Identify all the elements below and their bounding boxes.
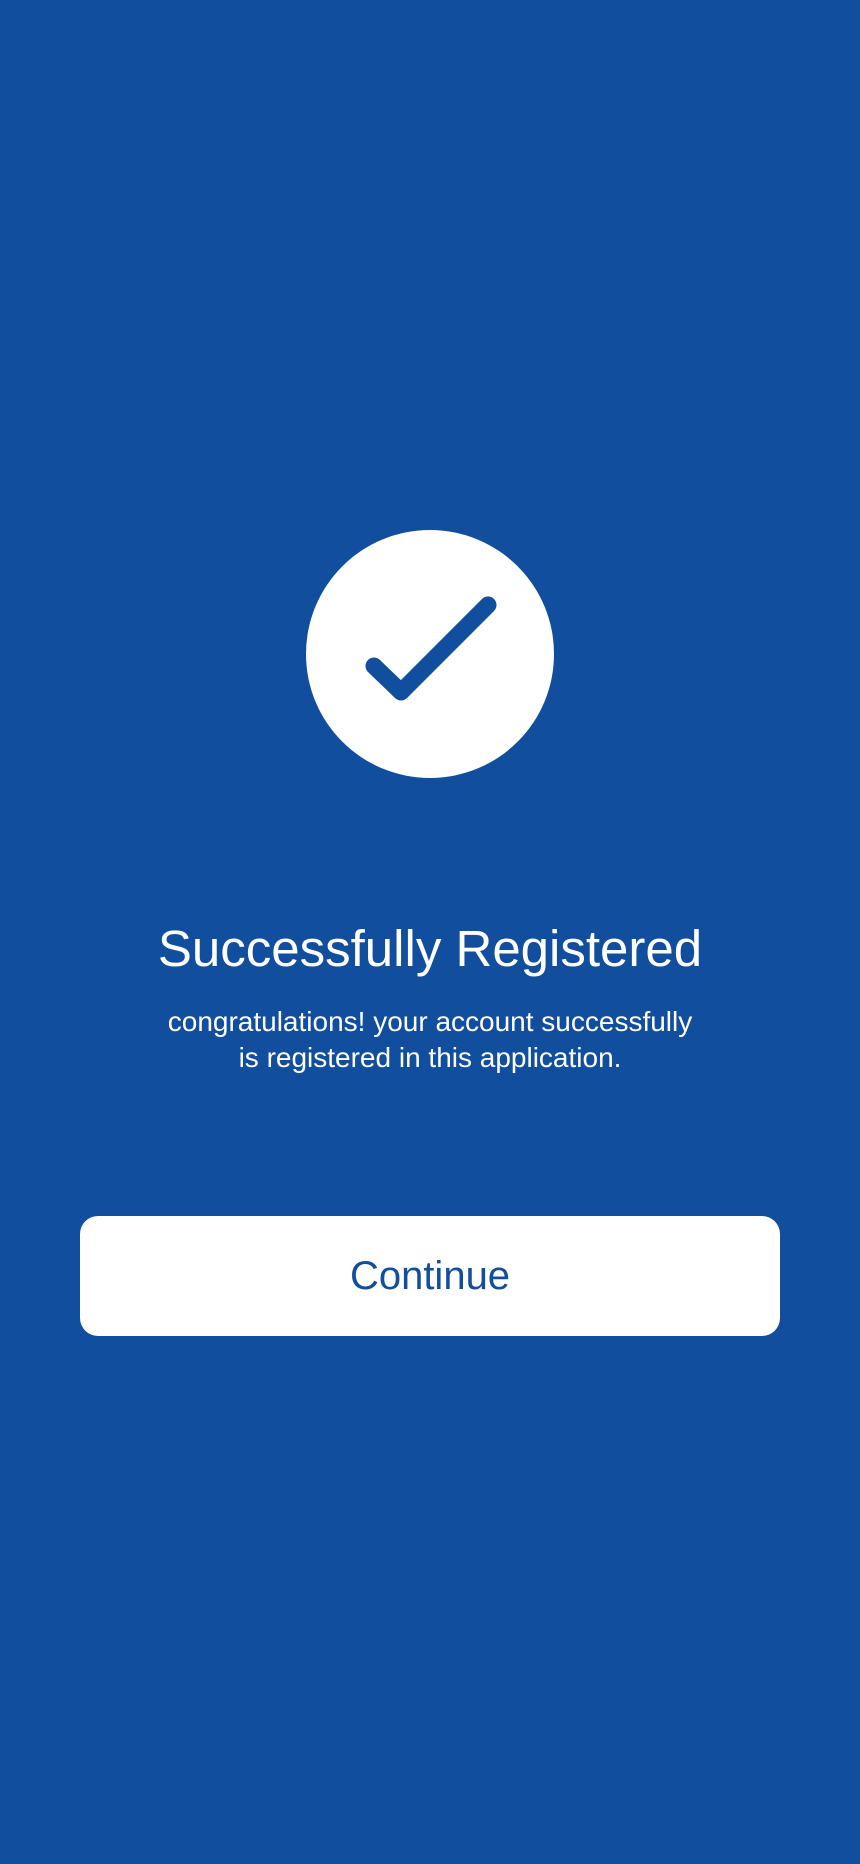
success-title: Successfully Registered	[157, 920, 703, 977]
registration-success-screen: Successfully Registered congratulations!…	[0, 0, 860, 1864]
success-message-line-2: is registered in this application.	[238, 1042, 622, 1073]
success-message-line-1: congratulations! your account successful…	[167, 1006, 693, 1037]
success-badge	[306, 530, 554, 778]
check-icon	[365, 596, 497, 701]
continue-button[interactable]: Continue	[80, 1216, 780, 1336]
success-message: congratulations! your account successful…	[130, 1004, 730, 1076]
